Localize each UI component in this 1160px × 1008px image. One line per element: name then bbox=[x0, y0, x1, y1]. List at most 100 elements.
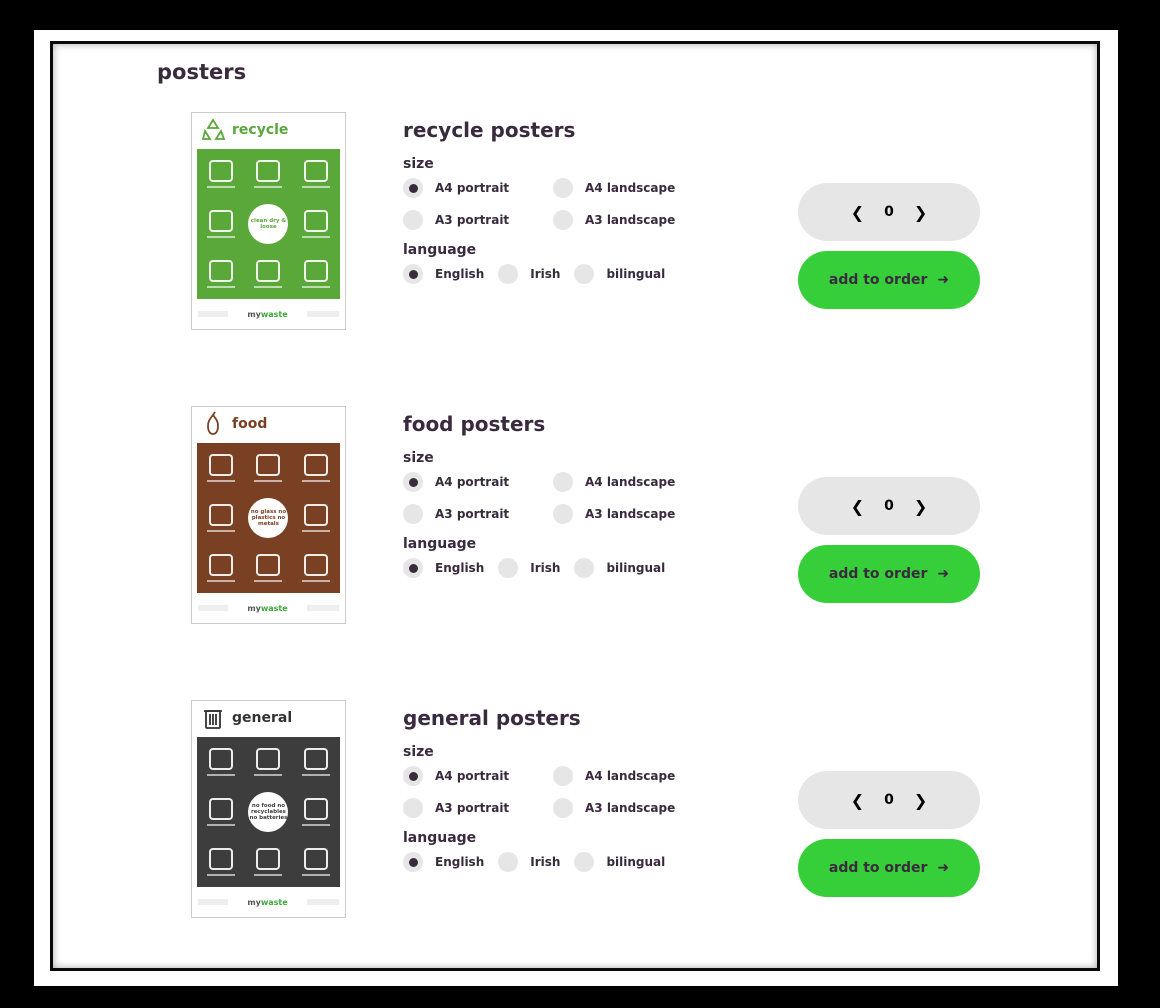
size-option[interactable]: A3 landscape bbox=[553, 210, 703, 230]
size-option[interactable]: A4 landscape bbox=[553, 178, 703, 198]
language-option[interactable]: Irish bbox=[498, 264, 560, 284]
radio-button[interactable] bbox=[574, 558, 595, 578]
radio-button[interactable] bbox=[553, 210, 573, 230]
add-to-order-button[interactable]: add to order ➜ bbox=[798, 839, 980, 897]
language-option[interactable]: bilingual bbox=[574, 852, 665, 872]
language-option[interactable]: English bbox=[403, 558, 484, 578]
poster-header: recycle bbox=[192, 113, 345, 147]
item-caption bbox=[302, 824, 331, 826]
language-option-label: bilingual bbox=[606, 855, 666, 869]
item-icon bbox=[208, 748, 233, 770]
radio-button[interactable] bbox=[498, 558, 519, 578]
item-caption bbox=[254, 480, 283, 482]
size-option[interactable]: A3 portrait bbox=[403, 210, 553, 230]
radio-button[interactable] bbox=[403, 558, 423, 578]
item-caption bbox=[206, 236, 235, 238]
chevron-right-icon[interactable]: ❯ bbox=[914, 497, 927, 516]
language-option[interactable]: English bbox=[403, 852, 484, 872]
item-icon bbox=[208, 504, 233, 526]
item-caption bbox=[206, 186, 235, 188]
poster-cell bbox=[245, 543, 293, 593]
size-option[interactable]: A3 portrait bbox=[403, 504, 553, 524]
poster-cell bbox=[197, 543, 245, 593]
poster-footer: mywaste bbox=[198, 599, 339, 617]
radio-button[interactable] bbox=[498, 264, 519, 284]
item-caption bbox=[206, 824, 235, 826]
item-icon bbox=[304, 260, 329, 282]
poster-cell: no glass no plastics no metals bbox=[245, 493, 293, 543]
chevron-right-icon[interactable]: ❯ bbox=[914, 203, 927, 222]
poster-thumbnail[interactable]: food no glass no plastics no metals mywa… bbox=[191, 406, 346, 624]
chevron-left-icon[interactable]: ❮ bbox=[851, 497, 864, 516]
item-caption bbox=[254, 774, 283, 776]
poster-details: general posters size A4 portrait A4 land… bbox=[403, 706, 723, 872]
size-option-label: A3 portrait bbox=[435, 801, 510, 815]
govt-logo bbox=[307, 605, 339, 611]
poster-cell bbox=[245, 443, 293, 493]
item-icon bbox=[304, 454, 329, 476]
size-option[interactable]: A4 landscape bbox=[553, 766, 703, 786]
size-option[interactable]: A4 portrait bbox=[403, 766, 553, 786]
radio-button[interactable] bbox=[498, 852, 519, 872]
quantity-value: 0 bbox=[884, 792, 894, 808]
add-to-order-button[interactable]: add to order ➜ bbox=[798, 545, 980, 603]
size-option-label: A4 landscape bbox=[585, 181, 676, 195]
poster-center-badge: no glass no plastics no metals bbox=[248, 498, 289, 538]
item-caption bbox=[302, 530, 331, 532]
poster-title: recycle bbox=[232, 122, 289, 138]
size-options: A4 portrait A4 landscape A3 portrait A3 … bbox=[403, 766, 723, 818]
radio-button[interactable] bbox=[403, 766, 423, 786]
poster-details: food posters size A4 portrait A4 landsca… bbox=[403, 412, 723, 578]
footer-text bbox=[198, 311, 228, 317]
size-option[interactable]: A4 portrait bbox=[403, 178, 553, 198]
poster-cell bbox=[292, 737, 340, 787]
section-title: recycle posters bbox=[403, 118, 576, 142]
language-label: language bbox=[403, 536, 477, 552]
radio-button[interactable] bbox=[403, 798, 423, 818]
language-option-label: bilingual bbox=[606, 561, 666, 575]
radio-button[interactable] bbox=[553, 766, 573, 786]
item-icon bbox=[304, 210, 329, 232]
radio-button[interactable] bbox=[403, 210, 423, 230]
poster-thumbnail[interactable]: general no food no recyclables no batter… bbox=[191, 700, 346, 918]
poster-footer: mywaste bbox=[198, 893, 339, 911]
item-icon bbox=[208, 454, 233, 476]
radio-button[interactable] bbox=[403, 178, 423, 198]
chevron-left-icon[interactable]: ❮ bbox=[851, 791, 864, 810]
radio-button[interactable] bbox=[574, 852, 595, 872]
size-option[interactable]: A3 landscape bbox=[553, 504, 703, 524]
language-option[interactable]: Irish bbox=[498, 852, 560, 872]
radio-button[interactable] bbox=[403, 852, 423, 872]
radio-button[interactable] bbox=[553, 798, 573, 818]
poster-thumbnail[interactable]: recycle clean dry & loose mywaste bbox=[191, 112, 346, 330]
radio-button[interactable] bbox=[553, 472, 573, 492]
radio-button[interactable] bbox=[403, 472, 423, 492]
poster-cell: clean dry & loose bbox=[245, 199, 293, 249]
arrow-right-icon: ➜ bbox=[937, 860, 950, 876]
size-option[interactable]: A3 portrait bbox=[403, 798, 553, 818]
chevron-right-icon[interactable]: ❯ bbox=[914, 791, 927, 810]
language-option[interactable]: English bbox=[403, 264, 484, 284]
radio-button[interactable] bbox=[553, 178, 573, 198]
radio-button[interactable] bbox=[403, 504, 423, 524]
size-option-label: A4 landscape bbox=[585, 475, 676, 489]
add-to-order-button[interactable]: add to order ➜ bbox=[798, 251, 980, 309]
item-caption bbox=[206, 774, 235, 776]
quantity-stepper: ❮ 0 ❯ bbox=[798, 771, 980, 829]
size-option[interactable]: A4 landscape bbox=[553, 472, 703, 492]
radio-button[interactable] bbox=[574, 264, 595, 284]
size-option[interactable]: A3 landscape bbox=[553, 798, 703, 818]
size-option[interactable]: A4 portrait bbox=[403, 472, 553, 492]
poster-cell bbox=[197, 493, 245, 543]
chevron-left-icon[interactable]: ❮ bbox=[851, 203, 864, 222]
language-option[interactable]: bilingual bbox=[574, 264, 665, 284]
poster-title: general bbox=[232, 710, 293, 726]
item-caption bbox=[254, 874, 283, 876]
size-options: A4 portrait A4 landscape A3 portrait A3 … bbox=[403, 472, 723, 524]
radio-button[interactable] bbox=[553, 504, 573, 524]
language-option[interactable]: Irish bbox=[498, 558, 560, 578]
language-option[interactable]: bilingual bbox=[574, 558, 665, 578]
radio-button[interactable] bbox=[403, 264, 423, 284]
poster-cell: no food no recyclables no batteries bbox=[245, 787, 293, 837]
govt-logo bbox=[307, 899, 339, 905]
